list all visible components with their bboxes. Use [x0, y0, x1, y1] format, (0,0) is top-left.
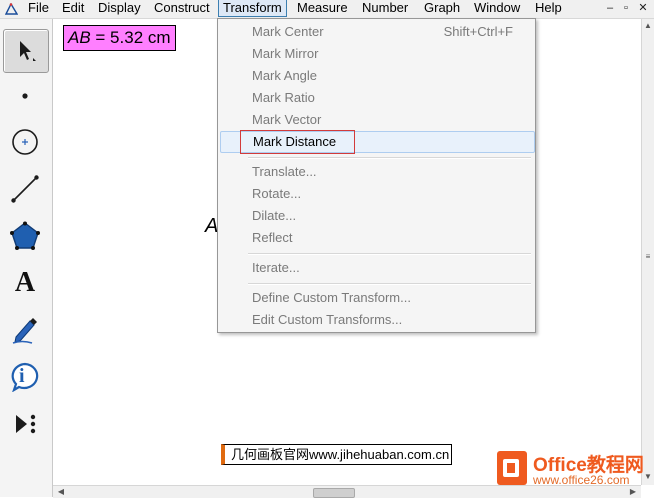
- custom-tool[interactable]: [3, 403, 47, 445]
- menu-item-mark-center[interactable]: Mark Center Shift+Ctrl+F: [220, 21, 533, 42]
- menu-help[interactable]: Help: [531, 0, 566, 17]
- custom-tool-icon: [12, 411, 38, 437]
- menu-transform[interactable]: Transform: [218, 0, 287, 17]
- menu-item-iterate[interactable]: Iterate...: [220, 257, 533, 278]
- menu-item-define-custom-transform[interactable]: Define Custom Transform...: [220, 287, 533, 308]
- text-a-icon: A: [14, 267, 36, 298]
- menu-item-mark-vector[interactable]: Mark Vector: [220, 109, 533, 130]
- pen-icon: [10, 315, 40, 345]
- compass-tool[interactable]: [3, 121, 47, 163]
- scroll-left-arrow-icon[interactable]: ◀: [55, 486, 67, 498]
- menu-item-label: Rotate...: [252, 186, 302, 201]
- menu-item-label: Edit Custom Transforms...: [252, 312, 403, 327]
- office26-logo: Office教程网 www.office26.com: [493, 446, 654, 497]
- menu-window[interactable]: Window: [470, 0, 524, 17]
- segment-icon: [10, 174, 40, 204]
- menu-item-mark-mirror[interactable]: Mark Mirror: [220, 43, 533, 64]
- point-tool[interactable]: [3, 75, 47, 117]
- measurement-var: AB: [68, 28, 91, 47]
- menu-item-shortcut: Shift+Ctrl+F: [443, 24, 513, 39]
- menu-construct[interactable]: Construct: [150, 0, 214, 17]
- information-tool[interactable]: i: [3, 356, 47, 398]
- scroll-grip-icon[interactable]: ≡: [642, 251, 654, 263]
- menu-edit[interactable]: Edit: [58, 0, 88, 17]
- menu-item-mark-angle[interactable]: Mark Angle: [220, 65, 533, 86]
- menu-item-mark-ratio[interactable]: Mark Ratio: [220, 87, 533, 108]
- polygon-tool[interactable]: [3, 215, 47, 257]
- vertical-scrollbar[interactable]: ▲ ≡ ▼: [641, 19, 654, 485]
- menu-item-label: Reflect: [252, 230, 293, 245]
- marker-tool[interactable]: [3, 309, 47, 351]
- menu-item-label: Mark Center: [252, 24, 324, 39]
- office-logo-icon: [497, 451, 527, 485]
- menu-item-label: Mark Vector: [252, 112, 322, 127]
- menu-item-label: Mark Distance: [253, 134, 337, 149]
- text-tool[interactable]: A: [3, 262, 47, 304]
- menu-item-label: Mark Angle: [252, 68, 318, 83]
- close-button[interactable]: ✕: [635, 1, 651, 16]
- arrow-selection-tool[interactable]: [3, 29, 49, 73]
- menu-measure[interactable]: Measure: [293, 0, 352, 17]
- menu-separator: [248, 283, 531, 285]
- toolbox: A i: [0, 19, 53, 497]
- menu-separator: [248, 157, 531, 159]
- straightedge-tool[interactable]: [3, 168, 47, 210]
- menu-file[interactable]: File: [24, 0, 53, 17]
- info-icon: i: [10, 362, 40, 392]
- app-icon[interactable]: [4, 2, 18, 15]
- menu-item-translate[interactable]: Translate...: [220, 161, 533, 182]
- menu-item-label: Define Custom Transform...: [252, 290, 411, 305]
- menu-number[interactable]: Number: [358, 0, 412, 17]
- logo-url: www.office26.com: [533, 473, 630, 487]
- menu-item-dilate[interactable]: Dilate...: [220, 205, 533, 226]
- point-icon: [20, 91, 30, 101]
- menu-item-mark-distance[interactable]: Mark Distance: [220, 130, 535, 154]
- menu-item-reflect[interactable]: Reflect: [220, 227, 533, 248]
- menu-item-label: Mark Mirror: [252, 46, 319, 61]
- menu-item-label: Iterate...: [252, 260, 300, 275]
- watermark-caption: 几何画板官网www.jihehuaban.com.cn: [221, 444, 453, 465]
- info-glyph: i: [19, 365, 25, 387]
- circle-icon: [10, 127, 40, 157]
- transform-dropdown-menu: Mark Center Shift+Ctrl+F Mark Mirror Mar…: [217, 18, 536, 333]
- polygon-icon: [9, 221, 41, 251]
- measurement-label[interactable]: AB = 5.32 cm: [63, 25, 176, 51]
- scroll-up-arrow-icon[interactable]: ▲: [642, 20, 654, 32]
- menu-bar: File Edit Display Construct Transform Me…: [0, 0, 654, 19]
- menu-display[interactable]: Display: [94, 0, 145, 17]
- restore-button[interactable]: ▫: [618, 1, 634, 16]
- menu-graph[interactable]: Graph: [420, 0, 464, 17]
- menu-item-label: Dilate...: [252, 208, 297, 223]
- menu-separator: [248, 253, 531, 255]
- minimize-button[interactable]: –: [602, 1, 618, 16]
- menu-item-label: Mark Ratio: [252, 90, 315, 105]
- arrow-icon: [14, 38, 38, 64]
- menu-item-label: Translate...: [252, 164, 317, 179]
- measurement-value: = 5.32 cm: [90, 28, 171, 47]
- menu-item-rotate[interactable]: Rotate...: [220, 183, 533, 204]
- menu-item-edit-custom-transforms[interactable]: Edit Custom Transforms...: [220, 309, 533, 330]
